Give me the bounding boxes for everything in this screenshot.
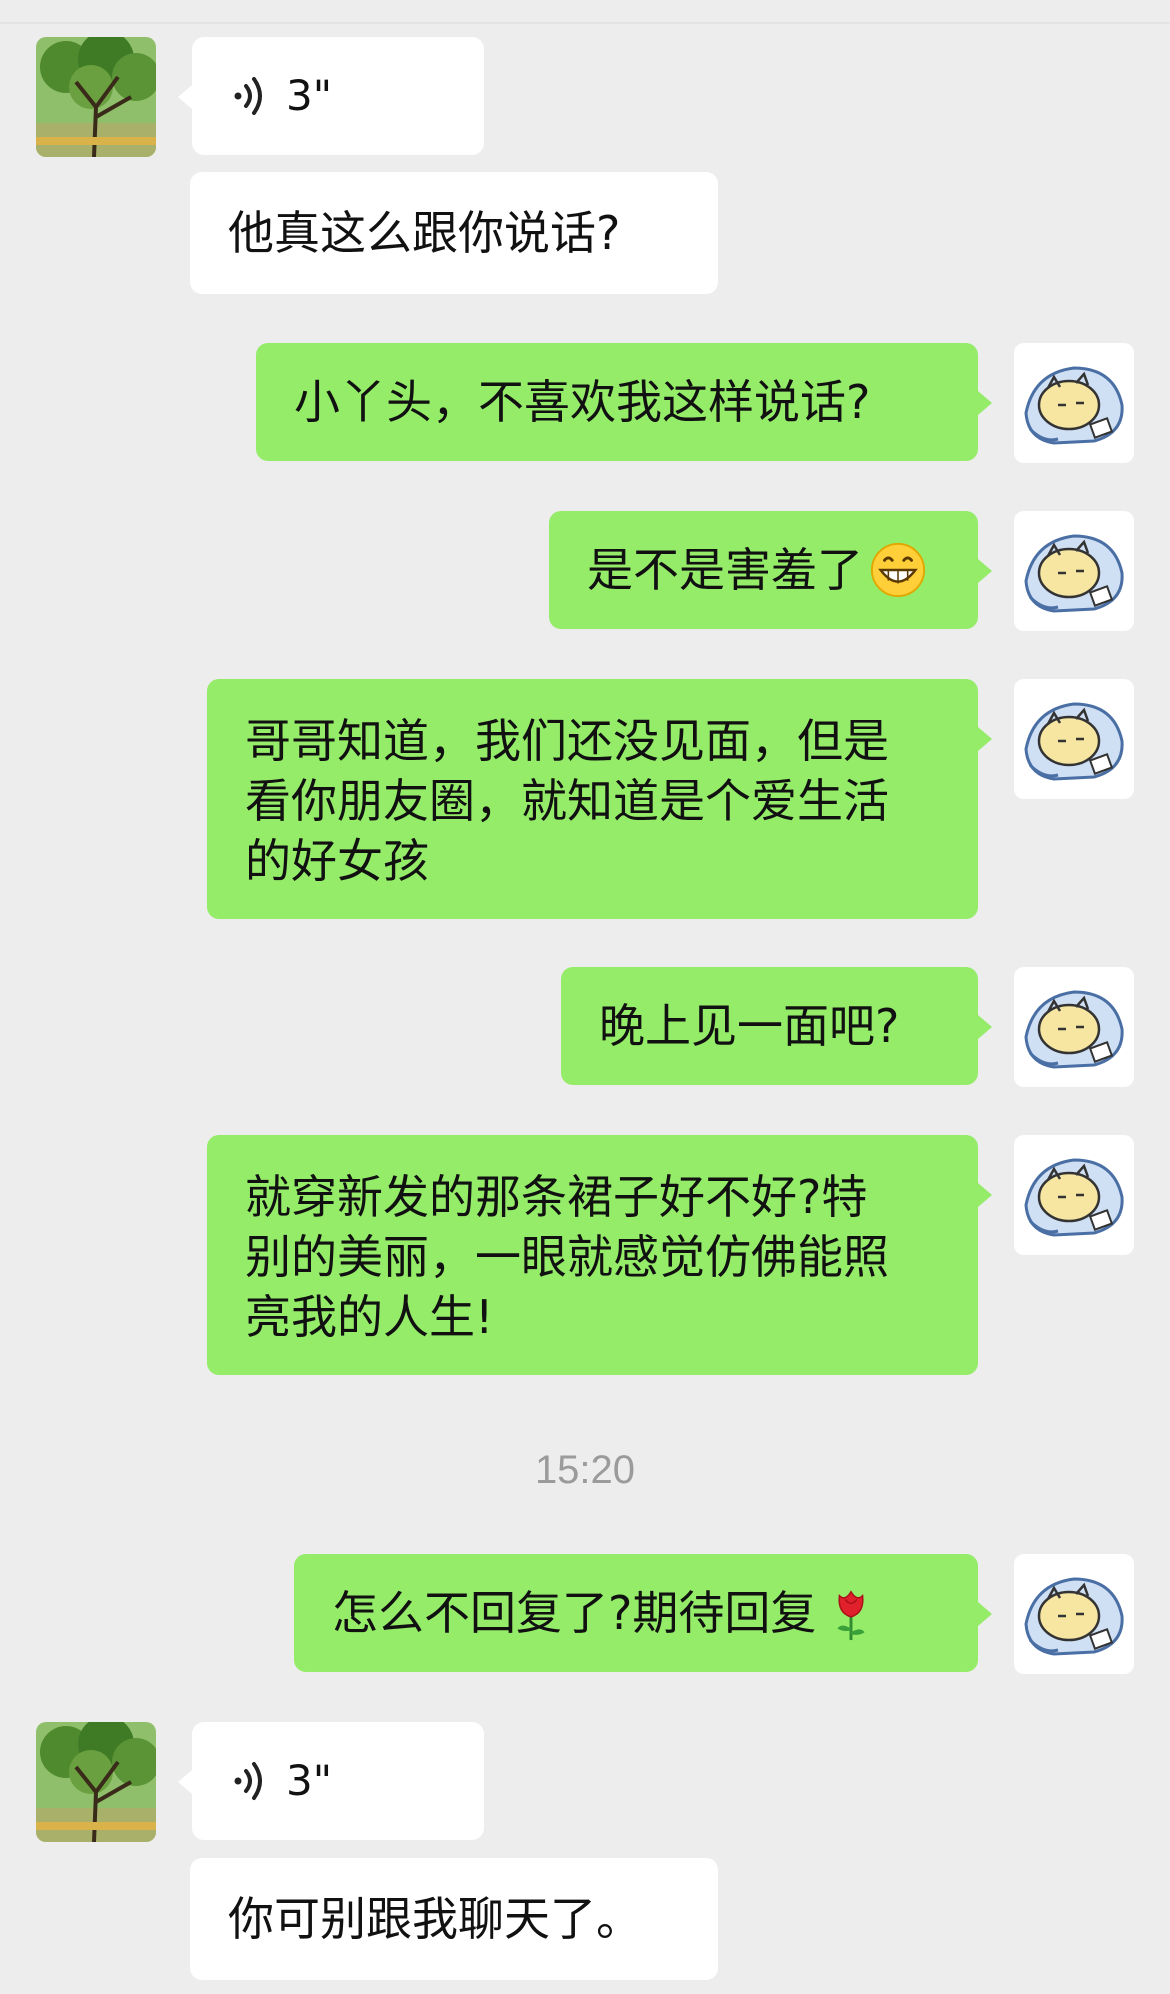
message-line: 看你朋友圈，就知道是个爱生活	[245, 774, 889, 828]
outgoing-message[interactable]: 哥哥知道，我们还没见面，但是 看你朋友圈，就知道是个爱生活 的好女孩	[207, 679, 992, 919]
divider	[0, 22, 1170, 24]
message-timestamp: 15:20	[534, 1448, 636, 1492]
bubble-tail	[978, 1015, 992, 1039]
chat-screen: 3" 他真这么跟你说话? 小丫头，不喜欢我这样说话? 是不是害羞了 哥哥知道，我…	[0, 0, 1170, 1994]
bubble-tail	[178, 1770, 192, 1794]
sleeping-cartoon-avatar-image	[1014, 1135, 1134, 1255]
message-text: 晚上见一面吧?	[599, 999, 900, 1053]
message-line: 别的美丽，一眼就感觉仿佛能照	[245, 1230, 889, 1284]
outgoing-message[interactable]: 晚上见一面吧?	[561, 967, 992, 1085]
sleeping-cartoon-avatar-image	[1014, 511, 1134, 631]
bubble-tail	[978, 1183, 992, 1207]
contact-avatar[interactable]	[36, 1722, 156, 1842]
message-text: 怎么不回复了?期待回复	[332, 1586, 817, 1640]
sleeping-cartoon-avatar-image	[1014, 343, 1134, 463]
outgoing-message[interactable]: 怎么不回复了?期待回复	[294, 1554, 992, 1672]
sleeping-cartoon-avatar-image	[1014, 1554, 1134, 1674]
bubble-tail	[978, 559, 992, 583]
message-text: 小丫头，不喜欢我这样说话?	[294, 375, 871, 429]
voice-duration: 3"	[286, 71, 333, 120]
self-avatar[interactable]	[1014, 1135, 1134, 1255]
outgoing-message[interactable]: 是不是害羞了	[549, 511, 992, 629]
message-line: 哥哥知道，我们还没见面，但是	[245, 714, 889, 768]
bubble-tail	[978, 1602, 992, 1626]
sleeping-cartoon-avatar-image	[1014, 679, 1134, 799]
self-avatar[interactable]	[1014, 967, 1134, 1087]
message-line: 就穿新发的那条裙子好不好?特	[245, 1170, 868, 1224]
self-avatar[interactable]	[1014, 679, 1134, 799]
outgoing-message[interactable]: 小丫头，不喜欢我这样说话?	[256, 343, 992, 461]
message-text: 他真这么跟你说话?	[228, 206, 621, 260]
voice-wave-icon	[234, 77, 262, 115]
incoming-message[interactable]: 你可别跟我聊天了。	[190, 1858, 718, 1980]
voice-duration: 3"	[286, 1756, 333, 1805]
message-line: 亮我的人生!	[245, 1290, 494, 1344]
voice-message[interactable]: 3"	[178, 37, 484, 155]
contact-avatar[interactable]	[36, 37, 156, 157]
outgoing-message[interactable]: 就穿新发的那条裙子好不好?特 别的美丽，一眼就感觉仿佛能照 亮我的人生!	[207, 1135, 992, 1375]
bubble-tail	[978, 727, 992, 751]
self-avatar[interactable]	[1014, 1554, 1134, 1674]
bubble-tail	[978, 391, 992, 415]
bubble-tail	[178, 85, 192, 109]
message-text: 你可别跟我聊天了。	[228, 1892, 642, 1946]
rose-icon	[822, 1584, 880, 1642]
self-avatar[interactable]	[1014, 343, 1134, 463]
voice-wave-icon	[234, 1762, 262, 1800]
tree-photo-avatar-image	[36, 1722, 156, 1842]
message-line: 的好女孩	[245, 834, 429, 888]
tree-photo-avatar-image	[36, 37, 156, 157]
self-avatar[interactable]	[1014, 511, 1134, 631]
sleeping-cartoon-avatar-image	[1014, 967, 1134, 1087]
grinning-face-icon	[869, 541, 927, 599]
voice-message[interactable]: 3"	[178, 1722, 484, 1840]
incoming-message[interactable]: 他真这么跟你说话?	[190, 172, 718, 294]
message-text: 是不是害羞了	[587, 543, 863, 597]
